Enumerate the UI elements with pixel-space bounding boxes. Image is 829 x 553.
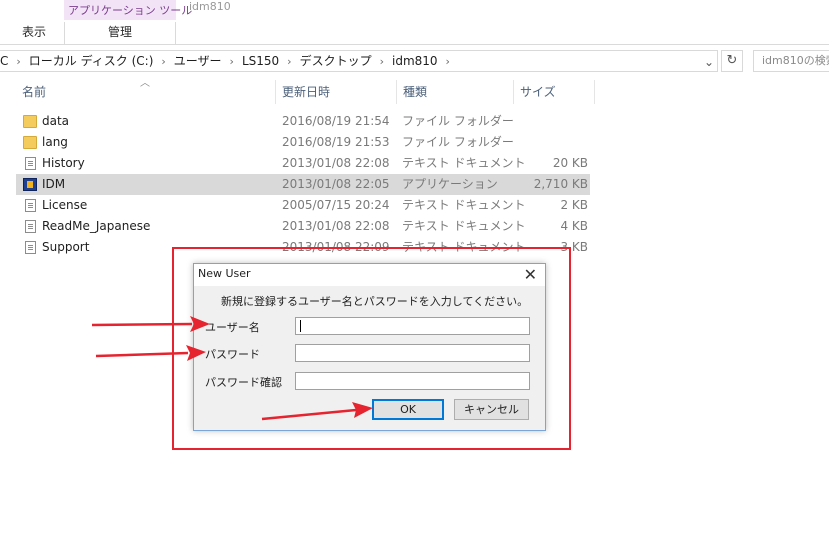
column-header-type[interactable]: 種類 bbox=[396, 80, 512, 104]
tab-manage[interactable]: 管理 bbox=[64, 22, 176, 44]
column-header-size[interactable]: サイズ bbox=[513, 80, 595, 104]
column-header-name[interactable]: 名前 bbox=[16, 80, 274, 104]
cancel-button[interactable]: キャンセル bbox=[454, 399, 529, 420]
breadcrumb-item-pc[interactable]: C bbox=[0, 51, 8, 71]
file-name: History bbox=[42, 156, 85, 170]
address-bar[interactable]: C › ローカル ディスク (C:) › ユーザー › LS150 › デスクトップ › idm81… bbox=[0, 50, 718, 72]
file-row[interactable]: License 2005/07/15 20:24 テキスト ドキュメント 2 K… bbox=[16, 195, 590, 216]
file-name: data bbox=[42, 114, 70, 128]
file-row[interactable]: lang 2016/08/19 21:53 ファイル フォルダー bbox=[16, 132, 590, 153]
file-date: 2013/01/08 22:05 bbox=[282, 177, 390, 191]
text-document-icon bbox=[25, 241, 36, 254]
dialog-message: 新規に登録するユーザー名とパスワードを入力してください。 bbox=[221, 295, 529, 308]
text-caret bbox=[300, 320, 301, 332]
refresh-icon: ↻ bbox=[726, 53, 738, 68]
file-name: Support bbox=[42, 240, 90, 254]
folder-icon bbox=[23, 136, 37, 149]
text-document-icon bbox=[25, 199, 36, 212]
username-field[interactable] bbox=[295, 317, 530, 335]
file-date: 2005/07/15 20:24 bbox=[282, 198, 390, 212]
text-document-icon bbox=[25, 220, 36, 233]
breadcrumb-item-users[interactable]: ユーザー bbox=[174, 51, 222, 71]
breadcrumb: C › ローカル ディスク (C:) › ユーザー › LS150 › デスクトップ › idm81… bbox=[0, 51, 458, 71]
file-name: License bbox=[42, 198, 88, 212]
file-type: テキスト ドキュメント bbox=[402, 219, 526, 233]
column-header-date[interactable]: 更新日時 bbox=[275, 80, 395, 104]
file-date: 2016/08/19 21:54 bbox=[282, 114, 390, 128]
chevron-right-icon[interactable]: › bbox=[16, 52, 20, 72]
chevron-right-icon[interactable]: › bbox=[287, 52, 291, 72]
file-date: 2016/08/19 21:53 bbox=[282, 135, 390, 149]
file-type: ファイル フォルダー bbox=[402, 135, 514, 149]
dialog-title: New User bbox=[198, 267, 251, 280]
tab-view[interactable]: 表示 bbox=[14, 22, 54, 44]
chevron-down-icon[interactable]: ⌄ bbox=[704, 55, 714, 69]
file-size: 2,710 KB bbox=[533, 177, 588, 191]
file-size: 2 KB bbox=[560, 198, 588, 212]
ribbon: アプリケーション ツール idm810 表示 管理 bbox=[0, 0, 829, 46]
breadcrumb-item-local-disk[interactable]: ローカル ディスク (C:) bbox=[29, 51, 154, 71]
file-row[interactable]: History 2013/01/08 22:08 テキスト ドキュメント 20 … bbox=[16, 153, 590, 174]
file-row[interactable]: data 2016/08/19 21:54 ファイル フォルダー bbox=[16, 111, 590, 132]
chevron-right-icon[interactable]: › bbox=[380, 52, 384, 72]
file-name: IDM bbox=[42, 177, 66, 191]
breadcrumb-item-ls150[interactable]: LS150 bbox=[242, 51, 279, 71]
file-type: テキスト ドキュメント bbox=[402, 156, 526, 170]
search-input[interactable]: idm810の検索 bbox=[753, 50, 829, 72]
breadcrumb-item-desktop[interactable]: デスクトップ bbox=[300, 51, 372, 71]
file-type: アプリケーション bbox=[402, 177, 498, 191]
file-row-selected[interactable]: IDM 2013/01/08 22:05 アプリケーション 2,710 KB bbox=[16, 174, 590, 195]
file-date: 2013/01/08 22:08 bbox=[282, 219, 390, 233]
ribbon-divider bbox=[0, 44, 829, 45]
file-size: 20 KB bbox=[552, 156, 588, 170]
refresh-button[interactable]: ↻ bbox=[721, 50, 743, 72]
file-size: 4 KB bbox=[560, 219, 588, 233]
dialog-titlebar[interactable]: New User ✕ bbox=[194, 264, 545, 286]
close-icon[interactable]: ✕ bbox=[524, 265, 537, 284]
chevron-right-icon[interactable]: › bbox=[161, 52, 165, 72]
breadcrumb-item-idm810[interactable]: idm810 bbox=[392, 51, 438, 71]
chevron-right-icon[interactable]: › bbox=[446, 52, 450, 72]
chevron-right-icon[interactable]: › bbox=[230, 52, 234, 72]
password-field[interactable] bbox=[295, 344, 530, 362]
file-row[interactable]: ReadMe_Japanese 2013/01/08 22:08 テキスト ドキ… bbox=[16, 216, 590, 237]
folder-icon bbox=[23, 115, 37, 128]
password-confirm-field[interactable] bbox=[295, 372, 530, 390]
file-name: lang bbox=[42, 135, 68, 149]
password-confirm-label: パスワード確認 bbox=[205, 376, 282, 389]
file-type: テキスト ドキュメント bbox=[402, 198, 526, 212]
ok-button[interactable]: OK bbox=[372, 399, 444, 420]
password-label: パスワード bbox=[205, 348, 260, 361]
new-user-dialog: New User ✕ 新規に登録するユーザー名とパスワードを入力してください。 … bbox=[193, 263, 546, 431]
file-name: ReadMe_Japanese bbox=[42, 219, 151, 233]
application-icon bbox=[23, 178, 37, 191]
username-label: ユーザー名 bbox=[205, 321, 260, 334]
file-date: 2013/01/08 22:08 bbox=[282, 156, 390, 170]
window-title: idm810 bbox=[189, 0, 231, 13]
text-document-icon bbox=[25, 157, 36, 170]
context-tab-group-label[interactable]: アプリケーション ツール bbox=[68, 2, 192, 18]
file-type: ファイル フォルダー bbox=[402, 114, 514, 128]
